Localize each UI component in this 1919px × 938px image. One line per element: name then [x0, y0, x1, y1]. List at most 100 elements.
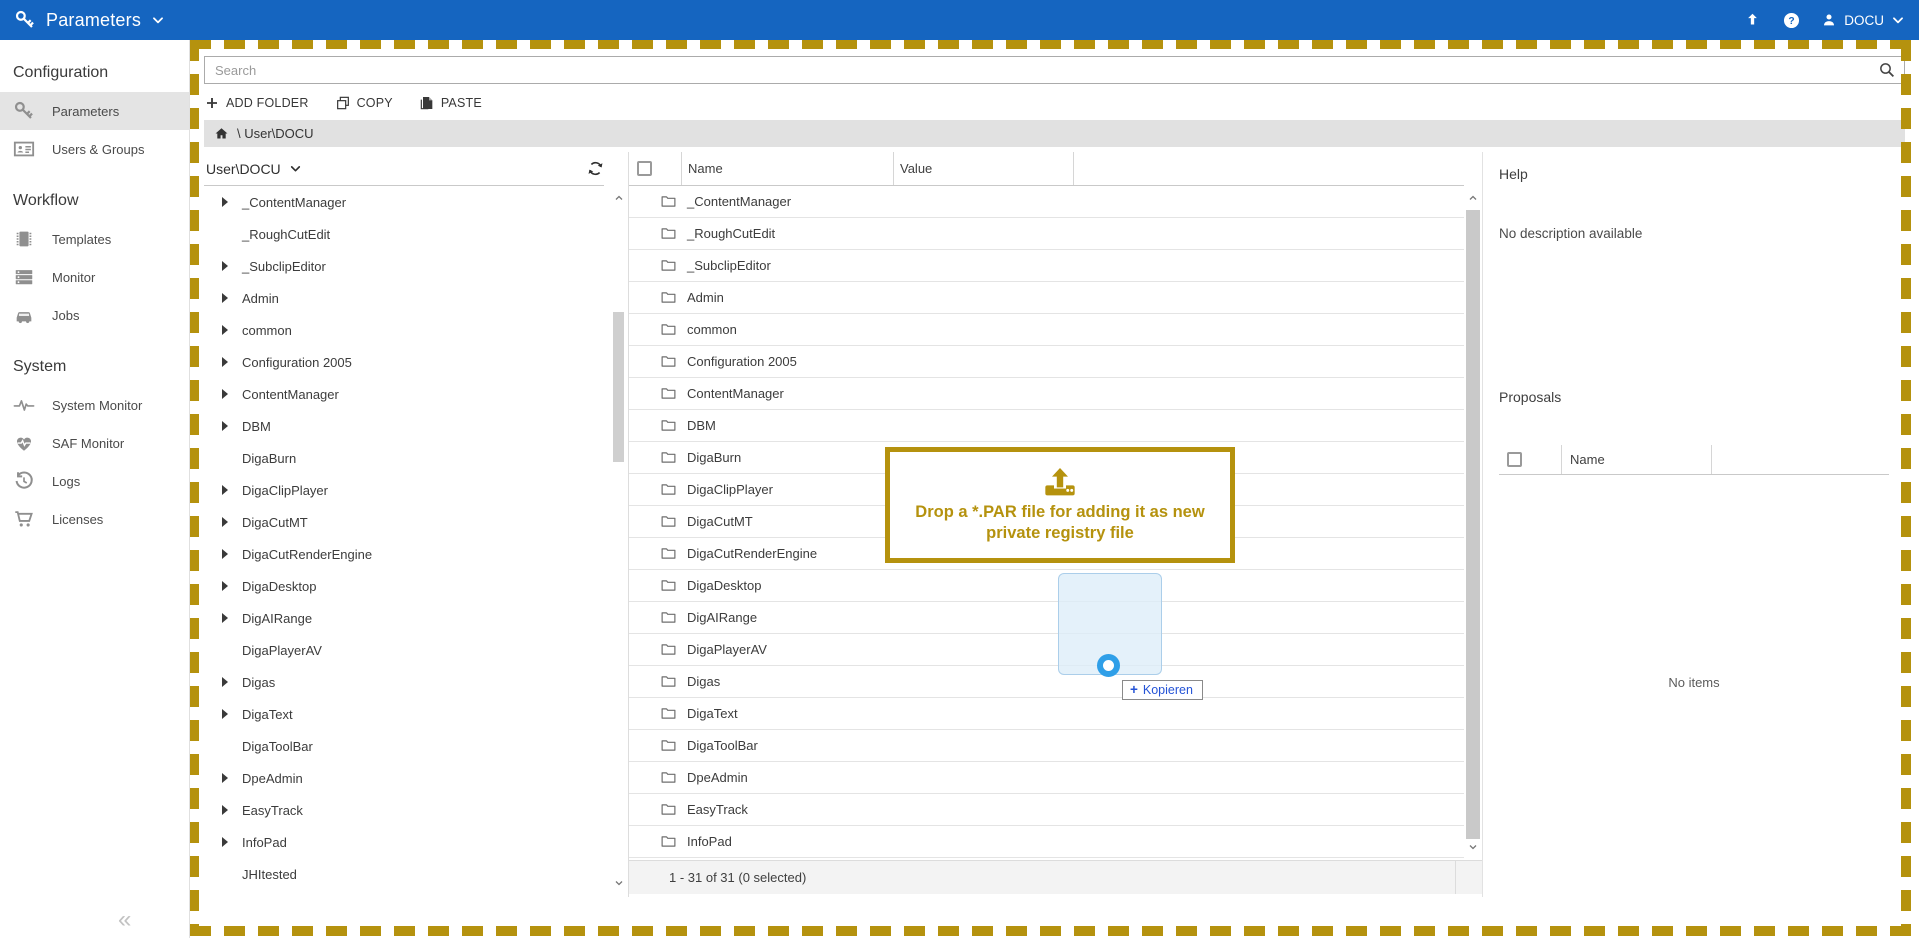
tree-item[interactable]: Multitrack [204, 890, 604, 897]
table-row[interactable]: EasyTrack [629, 794, 1464, 826]
home-icon[interactable] [214, 126, 229, 141]
chevron-down-icon[interactable] [151, 13, 165, 27]
expand-caret-icon[interactable] [222, 357, 228, 367]
chevron-down-icon[interactable] [289, 162, 302, 175]
tree-item[interactable]: DigAIRange [204, 602, 604, 634]
tree-item[interactable]: DigaDesktop [204, 570, 604, 602]
column-header-name[interactable]: Name [681, 152, 893, 185]
sidebar-item[interactable]: Jobs [0, 296, 189, 334]
expand-caret-icon[interactable] [222, 549, 228, 559]
expand-caret-icon[interactable] [222, 197, 228, 207]
proposals-select-all-checkbox[interactable] [1507, 452, 1522, 467]
folder-icon [660, 545, 677, 562]
user-menu[interactable]: DOCU [1821, 12, 1905, 28]
expand-caret-icon[interactable] [222, 261, 228, 271]
expand-caret-icon[interactable] [222, 389, 228, 399]
search-icon[interactable] [1878, 61, 1896, 79]
tree-item[interactable]: JHItested [204, 858, 604, 890]
table-row[interactable]: DigaToolBar [629, 730, 1464, 762]
tree-item[interactable]: _RoughCutEdit [204, 218, 604, 250]
tree-item[interactable]: DigaText [204, 698, 604, 730]
sidebar-section: Configuration Parameters Users & Groups [0, 50, 189, 168]
table-row[interactable]: DigaDesktop [629, 570, 1464, 602]
drag-ring-icon [1097, 654, 1120, 677]
expand-caret-icon[interactable] [222, 837, 228, 847]
sidebar-item[interactable]: SAF Monitor [0, 424, 189, 462]
expand-caret-icon[interactable] [222, 325, 228, 335]
sidebar-item[interactable]: Monitor [0, 258, 189, 296]
main-drop-region[interactable]: ADD FOLDER COPY PASTE \ User\DOCU User\D… [190, 40, 1919, 938]
table-row[interactable]: Configuration 2005 [629, 346, 1464, 378]
sidebar-item[interactable]: Parameters [0, 92, 189, 130]
paste-button[interactable]: PASTE [419, 95, 482, 111]
column-header-value[interactable]: Value [893, 152, 1073, 185]
tree-item[interactable]: EasyTrack [204, 794, 604, 826]
tree-item[interactable]: DigaClipPlayer [204, 474, 604, 506]
scroll-down-icon[interactable] [1464, 841, 1482, 857]
tree-scrollbar[interactable] [610, 192, 628, 897]
search-input[interactable] [204, 56, 1905, 84]
copy-button[interactable]: COPY [335, 95, 393, 111]
sidebar-item[interactable]: Licenses [0, 500, 189, 538]
help-icon[interactable] [1782, 11, 1801, 30]
collapse-sidebar-icon[interactable]: « [118, 908, 131, 932]
upload-icon[interactable] [1743, 11, 1762, 30]
par-drop-target[interactable]: Drop a *.PAR file for adding it as new p… [885, 447, 1235, 563]
expand-caret-icon[interactable] [222, 805, 228, 815]
table-row[interactable]: _SubclipEditor [629, 250, 1464, 282]
select-all-checkbox[interactable] [637, 161, 652, 176]
table-row[interactable]: _RoughCutEdit [629, 218, 1464, 250]
sidebar-item[interactable]: System Monitor [0, 386, 189, 424]
table-row[interactable]: DigaText [629, 698, 1464, 730]
expand-caret-icon[interactable] [222, 485, 228, 495]
table-row[interactable]: ContentManager [629, 378, 1464, 410]
tree-item[interactable]: DpeAdmin [204, 762, 604, 794]
expand-caret-icon[interactable] [222, 677, 228, 687]
expand-caret-icon[interactable] [222, 613, 228, 623]
tree-item[interactable]: Digas [204, 666, 604, 698]
table-row[interactable]: Admin [629, 282, 1464, 314]
tree-item[interactable]: DBM [204, 410, 604, 442]
tree-item[interactable]: _SubclipEditor [204, 250, 604, 282]
tree-item[interactable]: Admin [204, 282, 604, 314]
expand-caret-icon[interactable] [222, 421, 228, 431]
scroll-down-icon[interactable] [610, 877, 628, 893]
table-row[interactable]: DpeAdmin [629, 762, 1464, 794]
tree-scrollbar-thumb[interactable] [613, 312, 624, 462]
app-menu[interactable]: Parameters [14, 9, 165, 31]
scroll-up-icon[interactable] [610, 192, 628, 208]
tree-item[interactable]: DigaToolBar [204, 730, 604, 762]
table-row[interactable]: DBM [629, 410, 1464, 442]
scroll-up-icon[interactable] [1464, 192, 1482, 208]
expand-caret-icon[interactable] [222, 773, 228, 783]
table-scrollbar[interactable] [1464, 192, 1482, 857]
table-row[interactable]: _ContentManager [629, 186, 1464, 218]
add-folder-button[interactable]: ADD FOLDER [204, 95, 309, 111]
expand-caret-icon[interactable] [222, 293, 228, 303]
expand-caret-icon[interactable] [222, 581, 228, 591]
tree-item[interactable]: common [204, 314, 604, 346]
tree-item[interactable]: Configuration 2005 [204, 346, 604, 378]
sidebar-item[interactable]: Logs [0, 462, 189, 500]
tree-item[interactable]: DigaBurn [204, 442, 604, 474]
expand-caret-icon[interactable] [222, 517, 228, 527]
sidebar-item[interactable]: Users & Groups [0, 130, 189, 168]
refresh-icon[interactable] [587, 160, 604, 177]
table-row[interactable]: DigaPlayerAV [629, 634, 1464, 666]
proposals-column-name[interactable]: Name [1561, 445, 1711, 474]
tree-item[interactable]: DigaCutRenderEngine [204, 538, 604, 570]
table-row[interactable]: Digas [629, 666, 1464, 698]
breadcrumb[interactable]: \ User\DOCU [204, 120, 1905, 147]
table-row[interactable]: InfoPad [629, 826, 1464, 858]
tree-root-label[interactable]: User\DOCU [206, 161, 281, 177]
tree-item[interactable]: ContentManager [204, 378, 604, 410]
tree-item[interactable]: InfoPad [204, 826, 604, 858]
table-row[interactable]: DigAIRange [629, 602, 1464, 634]
table-row[interactable]: common [629, 314, 1464, 346]
tree-item[interactable]: DigaCutMT [204, 506, 604, 538]
expand-caret-icon[interactable] [222, 709, 228, 719]
sidebar-item[interactable]: Templates [0, 220, 189, 258]
tree-item[interactable]: DigaPlayerAV [204, 634, 604, 666]
table-scrollbar-thumb[interactable] [1466, 210, 1480, 839]
tree-item[interactable]: _ContentManager [204, 186, 604, 218]
